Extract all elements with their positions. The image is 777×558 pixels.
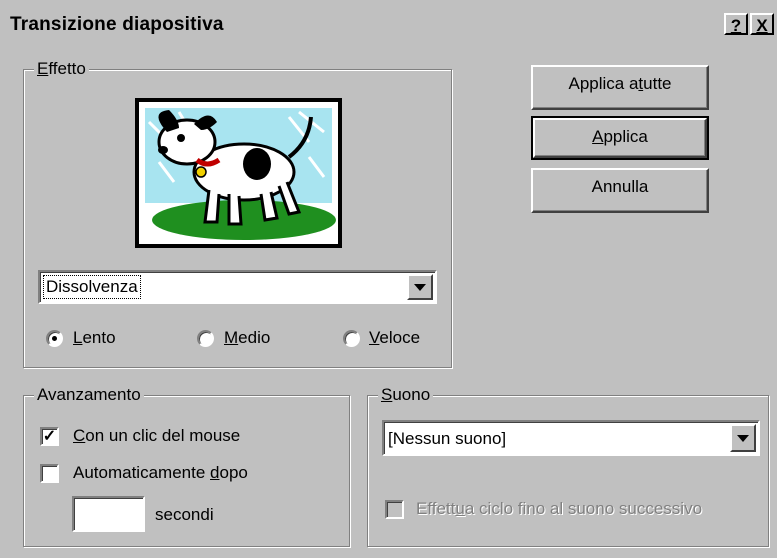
sound-select[interactable]: [Nessun suono] <box>382 420 760 456</box>
close-button[interactable]: X <box>750 13 774 35</box>
sound-select-value: [Nessun suono] <box>388 429 507 448</box>
advance-group-legend: Avanzamento <box>34 385 144 405</box>
seconds-label: secondi <box>155 505 214 524</box>
radio-fast[interactable] <box>343 330 360 347</box>
on-click-checkbox[interactable]: ✓ <box>40 427 59 446</box>
radio-fast-label[interactable]: Veloce <box>369 328 420 348</box>
radio-slow-label[interactable]: Lento <box>73 328 116 348</box>
sound-dropdown-arrow-icon[interactable] <box>730 424 756 452</box>
radio-medium-label[interactable]: Medio <box>224 328 270 348</box>
effect-select[interactable]: Dissolvenza <box>38 270 437 304</box>
auto-advance-checkbox[interactable] <box>40 464 59 483</box>
effect-group-legend: Effetto <box>34 59 89 79</box>
on-click-label[interactable]: Con un clic del mouse <box>73 426 240 446</box>
radio-medium[interactable] <box>197 330 214 347</box>
effect-select-value: Dissolvenza <box>43 275 141 299</box>
window-title: Transizione diapositiva <box>10 14 224 35</box>
apply-all-button[interactable]: Applica a tutte <box>531 65 709 110</box>
apply-button[interactable]: Applica <box>531 116 709 160</box>
auto-advance-label[interactable]: Automaticamente dopo <box>73 463 248 483</box>
help-button[interactable]: ? <box>724 13 748 35</box>
sound-group: Suono <box>367 385 769 547</box>
transition-preview <box>135 98 342 248</box>
title-bar: Transizione diapositiva ? X <box>0 0 777 42</box>
seconds-input[interactable] <box>72 496 145 532</box>
radio-slow[interactable] <box>46 330 63 347</box>
cancel-button[interactable]: Annulla <box>531 168 709 213</box>
dog-preview-image <box>139 102 338 244</box>
loop-sound-label: Effettua ciclo fino al suono successivo <box>416 499 703 518</box>
effect-dropdown-arrow-icon[interactable] <box>407 274 433 300</box>
loop-sound-checkbox[interactable] <box>385 500 404 519</box>
sound-group-legend: Suono <box>378 385 434 405</box>
